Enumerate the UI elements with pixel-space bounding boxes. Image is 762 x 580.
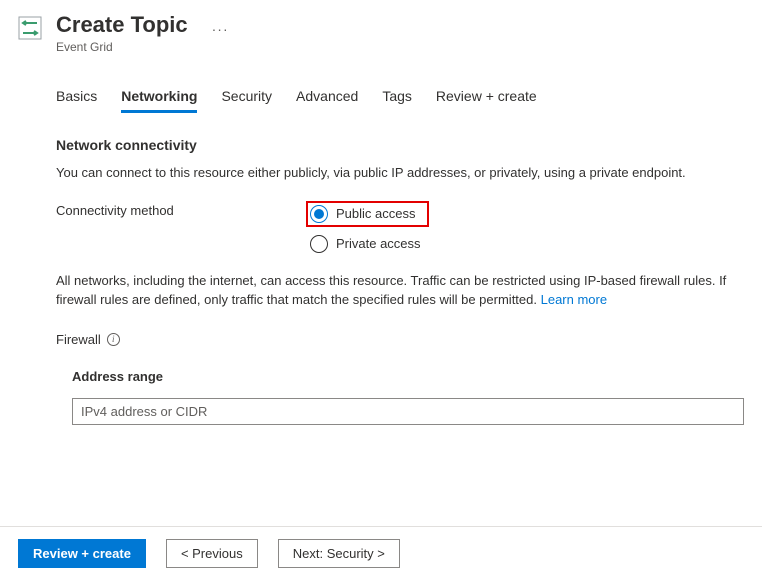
tab-review-create[interactable]: Review + create	[436, 88, 537, 113]
tab-security[interactable]: Security	[221, 88, 272, 113]
address-range-input[interactable]	[72, 398, 744, 425]
previous-button[interactable]: < Previous	[166, 539, 258, 568]
connectivity-radio-group: Public access Private access	[306, 201, 744, 255]
tab-networking[interactable]: Networking	[121, 88, 197, 113]
tab-bar: Basics Networking Security Advanced Tags…	[56, 88, 744, 113]
address-range-block: Address range	[56, 369, 744, 425]
event-grid-icon	[18, 16, 42, 40]
radio-circle-icon	[310, 235, 328, 253]
section-heading-network: Network connectivity	[56, 137, 744, 153]
radio-public-access[interactable]: Public access	[306, 201, 429, 227]
header-text-block: Create Topic Event Grid	[56, 12, 188, 54]
section-description: You can connect to this resource either …	[56, 163, 744, 183]
review-create-button[interactable]: Review + create	[18, 539, 146, 568]
connectivity-row: Connectivity method Public access Privat…	[56, 201, 744, 255]
connectivity-label: Connectivity method	[56, 201, 306, 218]
tab-advanced[interactable]: Advanced	[296, 88, 358, 113]
info-icon[interactable]: i	[107, 333, 120, 346]
learn-more-link[interactable]: Learn more	[541, 292, 607, 307]
wizard-footer: Review + create < Previous Next: Securit…	[0, 526, 762, 580]
radio-private-label: Private access	[336, 236, 421, 251]
access-info-text: All networks, including the internet, ca…	[56, 271, 744, 310]
radio-private-access[interactable]: Private access	[306, 233, 744, 255]
page-subtitle: Event Grid	[56, 40, 188, 54]
more-menu-button[interactable]: ···	[212, 12, 229, 37]
radio-public-label: Public access	[336, 206, 415, 221]
radio-circle-icon	[310, 205, 328, 223]
page-title: Create Topic	[56, 12, 188, 38]
page-header: Create Topic Event Grid ···	[0, 0, 762, 62]
main-content: Basics Networking Security Advanced Tags…	[0, 88, 762, 425]
tab-tags[interactable]: Tags	[382, 88, 412, 113]
firewall-heading-label: Firewall	[56, 332, 101, 347]
firewall-heading-row: Firewall i	[56, 332, 744, 347]
tab-basics[interactable]: Basics	[56, 88, 97, 113]
next-button[interactable]: Next: Security >	[278, 539, 400, 568]
access-info-body: All networks, including the internet, ca…	[56, 273, 726, 308]
address-range-label: Address range	[72, 369, 744, 384]
